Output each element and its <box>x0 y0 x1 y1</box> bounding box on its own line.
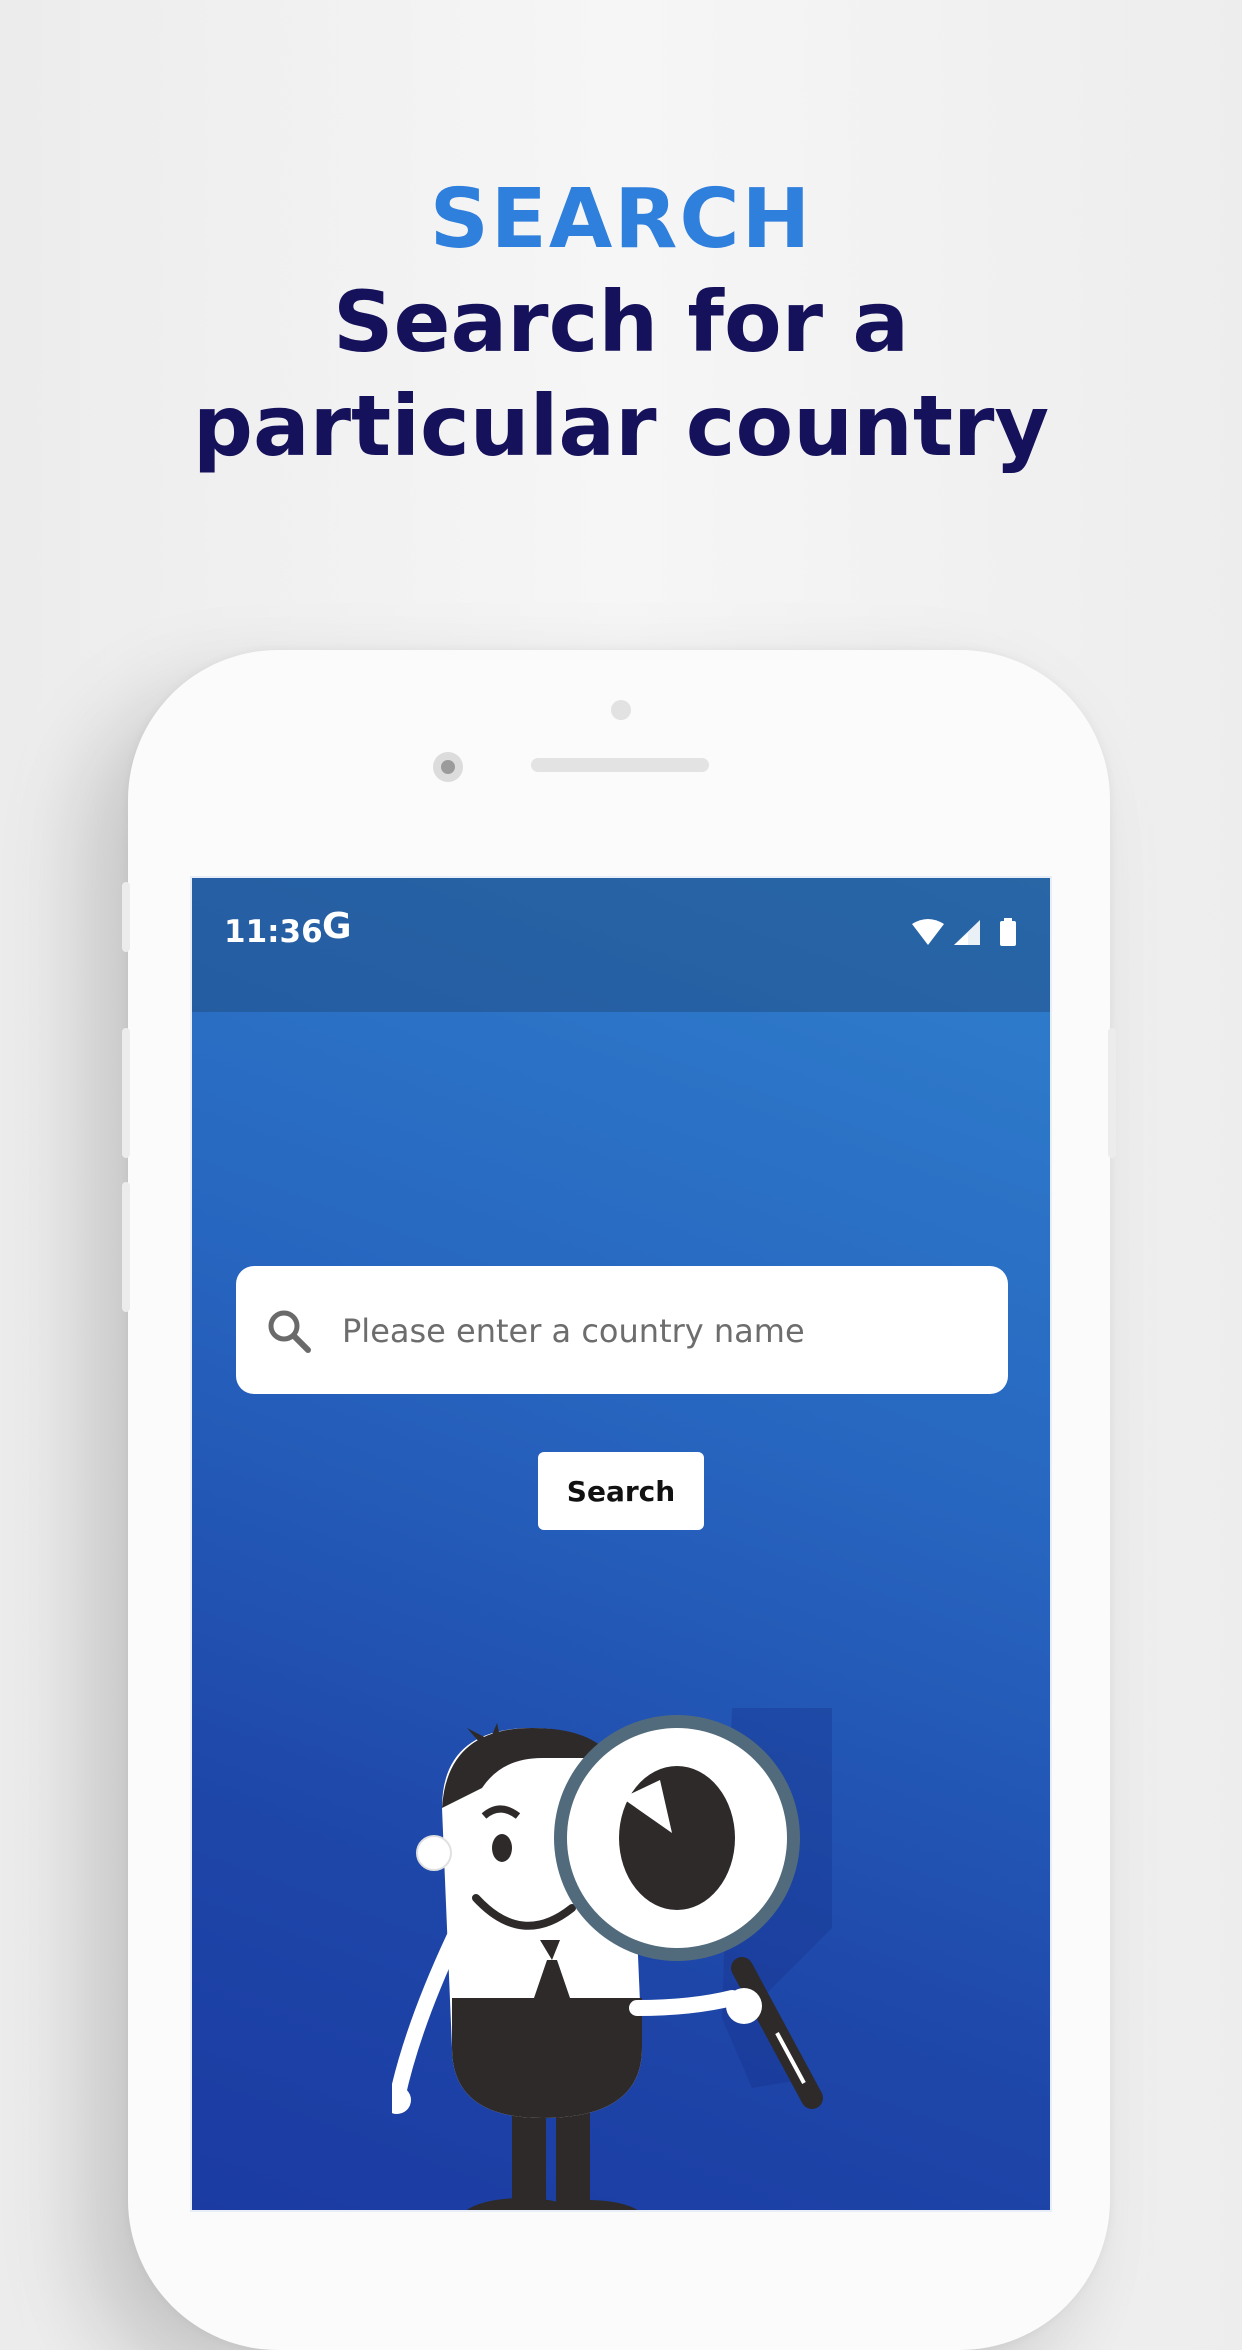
search-button[interactable]: Search <box>538 1452 704 1530</box>
phone-frame: 11:36 G Search <box>122 650 1116 2350</box>
battery-icon <box>1000 921 1016 946</box>
phone-side-button-left-2 <box>122 1028 130 1158</box>
status-bar: 11:36 G <box>192 878 1050 1012</box>
phone-sensor <box>611 700 631 720</box>
status-icons <box>912 918 1016 946</box>
headline-line-1: Search for a <box>332 273 910 371</box>
phone-camera <box>433 752 463 782</box>
wifi-icon <box>912 919 944 945</box>
mascot-illustration <box>392 1708 832 2210</box>
phone-speaker <box>531 758 709 772</box>
headline-line-2: particular country <box>192 377 1050 475</box>
phone-side-button-left-3 <box>122 1182 130 1312</box>
country-search-input[interactable] <box>340 1266 984 1396</box>
status-time: 11:36 <box>224 914 323 950</box>
search-field[interactable] <box>236 1266 1008 1396</box>
phone-side-button-right <box>1108 1028 1116 1158</box>
phone-side-button-left-1 <box>122 882 130 952</box>
section-eyebrow: SEARCH <box>429 172 813 267</box>
app-screen: 11:36 G Search <box>190 876 1052 2212</box>
headline: SEARCH Search for a particular country <box>0 170 1242 478</box>
google-g-icon: G <box>322 906 352 947</box>
search-icon <box>268 1310 311 1353</box>
